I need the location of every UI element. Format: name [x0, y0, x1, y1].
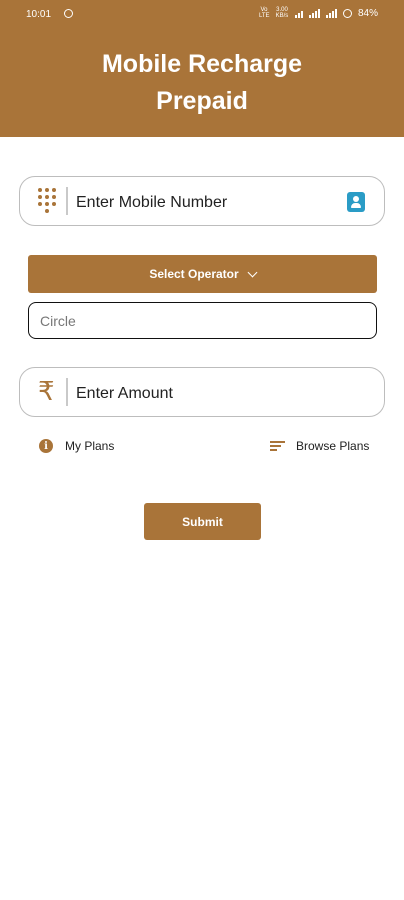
my-plans-label: My Plans — [65, 439, 115, 453]
amount-field[interactable]: ₹ Enter Amount — [19, 367, 385, 417]
my-plans-link[interactable]: i My Plans — [39, 439, 114, 453]
alarm-icon — [64, 9, 73, 18]
title-line-2: Prepaid — [156, 87, 248, 115]
signal-icon — [308, 8, 320, 18]
mobile-number-label: Enter Mobile Number — [76, 194, 228, 211]
wifi-icon — [294, 9, 303, 18]
rupee-icon: ₹ — [38, 377, 55, 407]
dialpad-icon — [38, 188, 60, 214]
browse-plans-link[interactable]: Browse Plans — [270, 439, 369, 453]
app-header: 10:01 Vo LTE 3.00 KB/s 84% Mobile Rechar… — [0, 0, 404, 137]
status-time: 10:01 — [26, 9, 52, 20]
amount-label: Enter Amount — [76, 385, 173, 402]
circle-field[interactable] — [28, 302, 377, 339]
submit-label: Submit — [182, 514, 223, 529]
status-indicators: Vo LTE 3.00 KB/s 84% — [259, 7, 378, 19]
select-operator-label: Select Operator — [149, 267, 239, 281]
sort-icon — [270, 440, 285, 452]
circle-input[interactable] — [38, 312, 362, 330]
contacts-icon[interactable] — [347, 192, 365, 212]
chevron-down-icon — [247, 267, 258, 277]
volte-indicator: Vo LTE — [258, 7, 270, 19]
page-title: Mobile Recharge Prepaid — [0, 46, 404, 120]
title-line-1: Mobile Recharge — [101, 50, 303, 78]
browse-plans-label: Browse Plans — [296, 439, 370, 453]
clock-icon — [342, 8, 352, 18]
status-bar: 10:01 Vo LTE 3.00 KB/s 84% — [0, 0, 404, 30]
field-divider — [66, 378, 68, 406]
mobile-number-field[interactable]: Enter Mobile Number — [19, 176, 385, 226]
select-operator-button[interactable]: Select Operator — [28, 255, 377, 293]
signal-icon-2 — [325, 8, 337, 18]
info-icon: i — [39, 439, 53, 453]
field-divider — [66, 187, 68, 215]
battery-level: 84% — [357, 7, 378, 19]
submit-button[interactable]: Submit — [144, 503, 261, 540]
network-speed: 3.00 KB/s — [275, 7, 289, 19]
